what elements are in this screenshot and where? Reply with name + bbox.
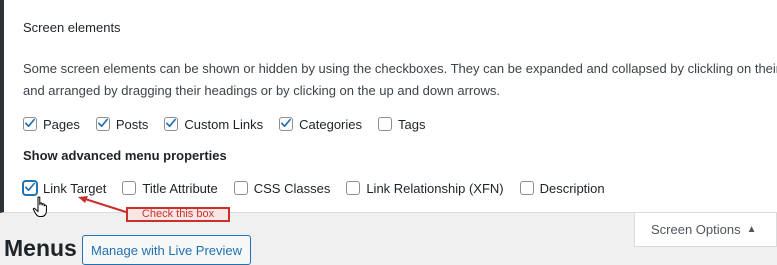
option-categories[interactable]: Categories [279,117,362,132]
checkmark-icon [281,118,292,127]
option-description[interactable]: Description [519,180,605,196]
description-label: Description [539,180,605,196]
posts-label: Posts [115,116,149,132]
screen-options-toggle[interactable]: Screen Options ▲ [634,213,777,247]
checkmark-icon [24,182,36,191]
link-target-checkbox[interactable] [23,181,37,195]
annotation-callout: Check this box [126,207,230,222]
tags-label: Tags [398,116,426,132]
link-relationship-label: Link Relationship (XFN) [366,180,504,196]
css-classes-label: CSS Classes [253,180,331,196]
option-css-classes[interactable]: CSS Classes [233,180,331,196]
link-relationship-checkbox[interactable] [346,181,361,195]
checkmark-icon [166,118,177,127]
screen-elements-description: Some screen elements can be shown or hid… [23,58,777,102]
option-custom-links[interactable]: Custom Links [164,117,263,132]
hand-cursor-icon [32,196,47,217]
option-pages[interactable]: Pages [23,117,80,132]
css-classes-checkbox[interactable] [233,181,248,195]
categories-label: Categories [299,116,363,132]
description-line-2: and arranged by dragging their headings … [23,83,500,98]
screen-elements-heading: Screen elements [23,20,121,35]
screen-options-panel: Screen elements Some screen elements can… [0,0,777,213]
manage-live-preview-button[interactable]: Manage with Live Preview [82,235,252,265]
title-attribute-label: Title Attribute [142,180,218,196]
option-tags[interactable]: Tags [378,117,425,132]
pages-label: Pages [43,116,80,132]
description-checkbox[interactable] [519,181,534,195]
tags-checkbox[interactable] [378,117,393,131]
pages-checkbox[interactable] [23,117,37,131]
checkmark-icon [24,118,36,127]
custom-links-label: Custom Links [184,116,264,132]
page-title: Menus [4,235,77,261]
option-link-relationship[interactable]: Link Relationship (XFN) [346,180,504,196]
posts-checkbox[interactable] [95,117,110,131]
screen-options-label: Screen Options [651,222,741,237]
checkmark-icon [97,118,108,127]
triangle-up-icon: ▲ [746,224,757,235]
description-line-1: Some screen elements can be shown or hid… [23,61,777,76]
custom-links-checkbox[interactable] [164,117,179,131]
option-posts[interactable]: Posts [95,116,149,132]
categories-checkbox[interactable] [279,117,294,131]
screen-elements-options: Pages Posts Custom Links Categories Tags [23,114,441,134]
advanced-properties-heading: Show advanced menu properties [23,148,227,163]
